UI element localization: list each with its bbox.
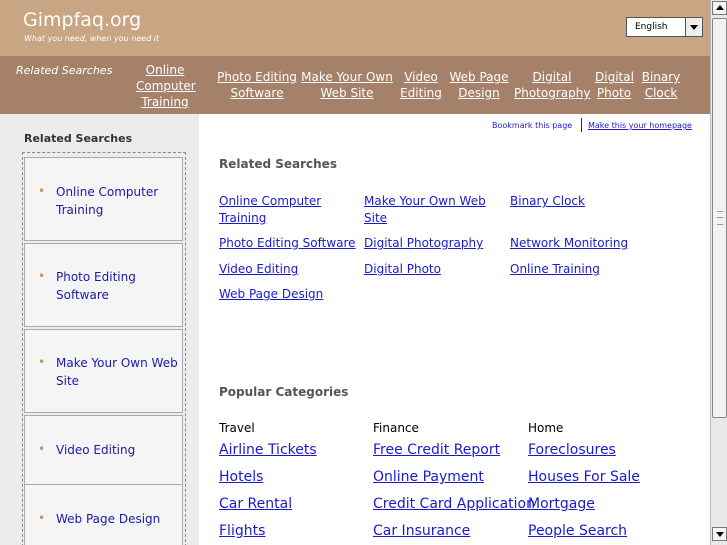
related-link-digital-photography[interactable]: Digital Photography <box>364 235 483 252</box>
nav-link-video-editing[interactable]: Video Editing <box>400 69 442 101</box>
sidebar-item-video-editing[interactable]: Video Editing <box>56 441 182 459</box>
category-link[interactable]: Credit Card Application <box>373 496 535 512</box>
nav-link-digital-photography[interactable]: Digital Photography <box>514 69 590 101</box>
related-link-online-computer-training[interactable]: Online Computer Training <box>219 193 349 227</box>
category-link[interactable]: Online Payment <box>373 469 484 485</box>
sidebar-item[interactable]: • Make Your Own Web Site <box>24 329 183 413</box>
related-link-binary-clock[interactable]: Binary Clock <box>510 193 585 210</box>
related-link-online-training[interactable]: Online Training <box>510 261 600 278</box>
related-link-digital-photo[interactable]: Digital Photo <box>364 261 441 278</box>
category-link[interactable]: People Search <box>528 523 627 539</box>
bullet-icon: • <box>38 269 46 283</box>
bullet-icon: • <box>38 184 46 198</box>
sidebar-item-label: Photo Editing Software <box>56 270 136 302</box>
language-select-value: English <box>635 22 668 32</box>
left-sidebar: Related Searches • Online Computer Train… <box>0 114 199 545</box>
related-link-make-your-own-web-site[interactable]: Make Your Own Web Site <box>364 193 496 227</box>
bullet-icon: • <box>38 442 46 456</box>
category-link[interactable]: Hotels <box>219 469 263 485</box>
site-header: Gimpfaq.org What you need, when you need… <box>0 0 710 56</box>
related-searches-navbar: Related Searches Online Computer Trainin… <box>0 56 710 114</box>
popular-categories-title: Popular Categories <box>219 385 349 399</box>
category-link[interactable]: Houses For Sale <box>528 469 640 485</box>
sidebar-item-label: Web Page Design <box>56 512 161 526</box>
sidebar-item-web-page-design[interactable]: Web Page Design <box>56 510 182 528</box>
scroll-down-arrow-icon[interactable] <box>712 527 727 541</box>
category-link[interactable]: Car Insurance <box>373 523 470 539</box>
homepage-link[interactable]: Make this your homepage <box>588 121 692 130</box>
nav-link-online-computer-training[interactable]: Online Computer Training <box>136 62 196 110</box>
category-link[interactable]: Foreclosures <box>528 442 616 458</box>
navbar-label: Related Searches <box>16 64 113 77</box>
related-link-video-editing[interactable]: Video Editing <box>219 261 298 278</box>
sidebar-item-online-computer-training[interactable]: Online Computer Training <box>56 183 181 219</box>
scroll-up-arrow-icon[interactable] <box>712 1 727 15</box>
category-link[interactable]: Airline Tickets <box>219 442 317 458</box>
sidebar-item-label: Make Your Own Web Site <box>56 356 178 388</box>
category-heading-home: Home <box>528 421 564 435</box>
related-searches-title: Related Searches <box>219 157 337 171</box>
category-link[interactable]: Free Credit Report <box>373 442 500 458</box>
related-link-web-page-design[interactable]: Web Page Design <box>219 286 323 303</box>
category-heading-travel: Travel <box>219 421 255 435</box>
sidebar-item-label: Video Editing <box>56 443 136 457</box>
sidebar-title: Related Searches <box>24 132 133 145</box>
nav-link-binary-clock[interactable]: Binary Clock <box>640 69 682 101</box>
sidebar-item-label: Online Computer Training <box>56 185 159 217</box>
nav-link-photo-editing-software[interactable]: Photo Editing Software <box>217 69 297 101</box>
chevron-down-icon[interactable] <box>685 18 702 36</box>
sidebar-item[interactable]: • Web Page Design <box>24 484 183 545</box>
sidebar-item-make-your-own-web-site[interactable]: Make Your Own Web Site <box>56 354 182 390</box>
category-link[interactable]: Car Rental <box>219 496 292 512</box>
nav-link-web-page-design[interactable]: Web Page Design <box>446 69 512 101</box>
link-separator <box>581 118 582 132</box>
nav-link-make-your-own-web-site[interactable]: Make Your Own Web Site <box>299 69 395 101</box>
category-link[interactable]: Mortgage <box>528 496 595 512</box>
related-link-network-monitoring[interactable]: Network Monitoring <box>510 235 628 252</box>
bullet-icon: • <box>38 355 46 369</box>
nav-link-digital-photo[interactable]: Digital Photo <box>595 69 634 101</box>
site-title[interactable]: Gimpfaq.org <box>23 9 141 31</box>
site-tagline: What you need, when you need it <box>24 34 160 43</box>
sidebar-item-photo-editing-software[interactable]: Photo Editing Software <box>56 268 166 304</box>
category-heading-finance: Finance <box>373 421 419 435</box>
bookmark-link[interactable]: Bookmark this page <box>492 121 572 130</box>
sidebar-item[interactable]: • Photo Editing Software <box>24 243 183 327</box>
language-select[interactable]: English <box>626 17 703 37</box>
scrollbar-thumb[interactable] <box>712 18 727 418</box>
related-link-photo-editing-software[interactable]: Photo Editing Software <box>219 235 356 252</box>
sidebar-item[interactable]: • Online Computer Training <box>24 157 183 241</box>
page-viewport: Gimpfaq.org What you need, when you need… <box>0 0 710 545</box>
grip-icon <box>717 211 723 225</box>
category-link[interactable]: Flights <box>219 523 265 539</box>
vertical-scrollbar[interactable] <box>710 0 727 545</box>
bullet-icon: • <box>38 511 46 525</box>
